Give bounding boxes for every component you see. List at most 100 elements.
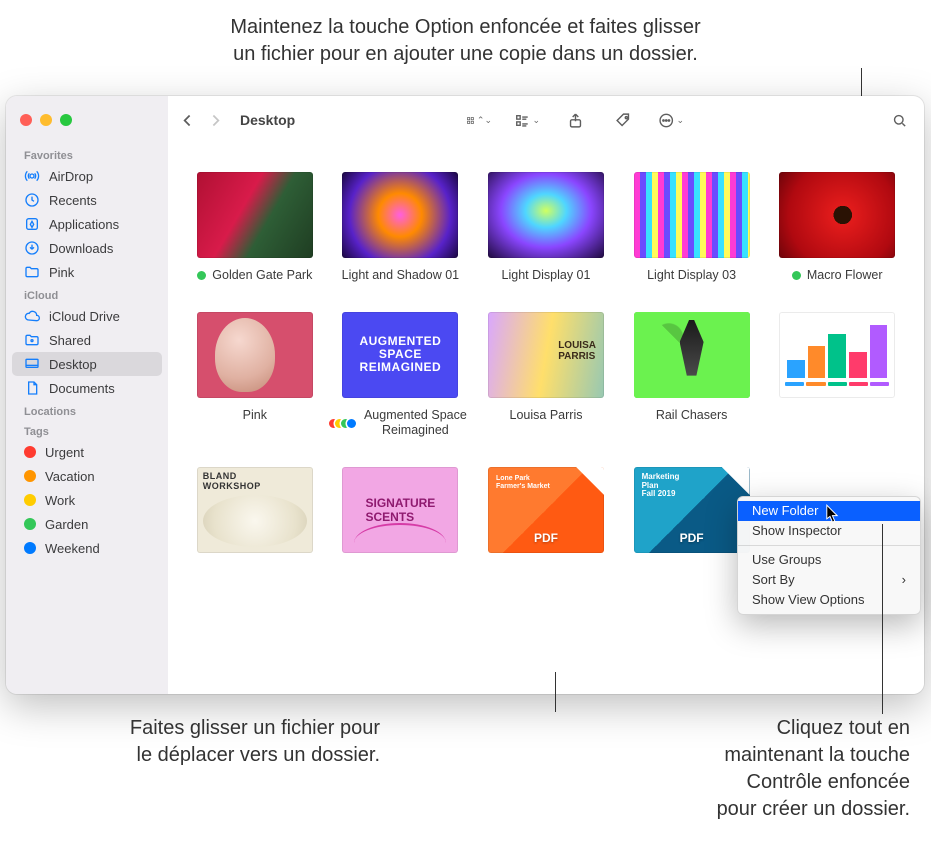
- menu-item-label: Show View Options: [752, 590, 865, 610]
- file-thumbnail: Lone ParkFarmer's Market: [488, 467, 604, 553]
- sidebar-item-label: Work: [45, 493, 75, 508]
- share-button[interactable]: [562, 107, 588, 133]
- sidebar-item-icloud-drive[interactable]: iCloud Drive: [6, 304, 168, 328]
- file-thumbnail: BLANDWORKSHOP: [197, 467, 313, 553]
- chevron-down-icon: ⌄: [532, 115, 540, 126]
- sidebar-section-locations: Locations: [6, 400, 168, 420]
- file-thumbnail: [197, 312, 313, 398]
- more-actions-button[interactable]: ⌄: [658, 107, 684, 133]
- minimize-button[interactable]: [40, 114, 52, 126]
- file-item[interactable]: Lone ParkFarmer's Market: [477, 467, 615, 563]
- file-label: Golden Gate Park: [212, 268, 312, 284]
- sidebar-item-airdrop[interactable]: AirDrop: [6, 164, 168, 188]
- menu-item-show-inspector[interactable]: Show Inspector: [738, 521, 920, 541]
- file-item[interactable]: BLANDWORKSHOP: [186, 467, 324, 563]
- leader-line: [555, 672, 556, 712]
- cursor-icon: [826, 504, 842, 524]
- forward-button[interactable]: [202, 107, 228, 133]
- file-label: Louisa Parris: [510, 408, 583, 424]
- file-label: Light and Shadow 01: [342, 268, 459, 284]
- file-label: Light Display 01: [502, 268, 591, 284]
- callout-bottom-right: Cliquez tout enmaintenant la toucheContr…: [580, 715, 910, 823]
- file-item[interactable]: AUGMENTEDSPACEREIMAGINED Augmented Space…: [332, 312, 470, 439]
- download-icon: [24, 240, 40, 256]
- close-button[interactable]: [20, 114, 32, 126]
- sidebar-item-applications[interactable]: Applications: [6, 212, 168, 236]
- search-button[interactable]: [886, 107, 912, 133]
- file-item[interactable]: SIGNATURESCENTS: [332, 467, 470, 563]
- menu-item-label: Show Inspector: [752, 521, 842, 541]
- sidebar-item-label: Applications: [49, 217, 119, 232]
- file-thumbnail: [779, 172, 895, 258]
- file-thumbnail: AUGMENTEDSPACEREIMAGINED: [342, 312, 458, 398]
- chevron-down-icon: ⌄: [676, 115, 684, 126]
- sidebar-item-recents[interactable]: Recents: [6, 188, 168, 212]
- chevron-updown-icon: ⌃⌄: [477, 115, 492, 126]
- applications-icon: [24, 216, 40, 232]
- tags-button[interactable]: [610, 107, 636, 133]
- toolbar: Desktop ⌃⌄ ⌄ ⌄: [6, 96, 924, 144]
- file-thumbnail: [488, 312, 604, 398]
- group-by-button[interactable]: ⌄: [514, 107, 540, 133]
- menu-item-label: Sort By: [752, 570, 795, 590]
- sidebar-item-shared[interactable]: Shared: [6, 328, 168, 352]
- menu-item-sort-by[interactable]: Sort By ›: [738, 570, 920, 590]
- sidebar-item-label: Shared: [49, 333, 91, 348]
- file-item[interactable]: Pink: [186, 312, 324, 439]
- file-label: Macro Flower: [807, 268, 883, 284]
- sidebar-item-label: Urgent: [45, 445, 84, 460]
- sidebar-section-icloud: iCloud: [6, 284, 168, 304]
- file-item[interactable]: Louisa Parris: [477, 312, 615, 439]
- sidebar-item-label: Garden: [45, 517, 88, 532]
- tag-dot-icon: [792, 271, 801, 280]
- submenu-chevron-icon: ›: [902, 570, 906, 590]
- sidebar-tag-item[interactable]: Weekend: [6, 536, 168, 560]
- menu-separator: [738, 545, 920, 546]
- tag-dot-icon: [24, 446, 36, 458]
- sidebar-item-label: Recents: [49, 193, 97, 208]
- cloud-icon: [24, 308, 40, 324]
- sidebar-section-tags: Tags: [6, 420, 168, 440]
- file-item[interactable]: Macro Flower: [768, 172, 906, 284]
- menu-item-show-view-options[interactable]: Show View Options: [738, 590, 920, 610]
- window-controls: [6, 114, 168, 126]
- file-thumbnail: [488, 172, 604, 258]
- file-item[interactable]: [768, 312, 906, 439]
- file-item[interactable]: Rail Chasers: [623, 312, 761, 439]
- tag-dot-icon: [24, 470, 36, 482]
- sidebar-tag-item[interactable]: Urgent: [6, 440, 168, 464]
- file-thumbnail: [634, 312, 750, 398]
- file-item[interactable]: Light and Shadow 01: [332, 172, 470, 284]
- sidebar-item-desktop[interactable]: Desktop: [12, 352, 162, 376]
- tag-dots-icon: [332, 419, 356, 428]
- fullscreen-button[interactable]: [60, 114, 72, 126]
- sidebar: Favorites AirDrop Recents Applications D…: [6, 96, 168, 694]
- file-thumbnail: MarketingPlanFall 2019: [634, 467, 750, 553]
- view-mode-button[interactable]: ⌃⌄: [466, 107, 492, 133]
- tag-dot-icon: [197, 271, 206, 280]
- file-thumbnail: [197, 172, 313, 258]
- sidebar-item-documents[interactable]: Documents: [6, 376, 168, 400]
- sidebar-item-label: Desktop: [49, 357, 97, 372]
- file-label: Pink: [243, 408, 267, 424]
- sidebar-tag-item[interactable]: Vacation: [6, 464, 168, 488]
- sidebar-item-downloads[interactable]: Downloads: [6, 236, 168, 260]
- sidebar-item-label: Weekend: [45, 541, 100, 556]
- leader-line: [882, 524, 883, 714]
- sidebar-section-favorites: Favorites: [6, 144, 168, 164]
- sidebar-item-label: Pink: [49, 265, 74, 280]
- file-item[interactable]: Light Display 01: [477, 172, 615, 284]
- sidebar-item-pink[interactable]: Pink: [6, 260, 168, 284]
- callout-top: Maintenez la touche Option enfoncée et f…: [0, 14, 931, 68]
- sidebar-tag-item[interactable]: Work: [6, 488, 168, 512]
- file-item[interactable]: Light Display 03: [623, 172, 761, 284]
- sidebar-item-label: Vacation: [45, 469, 95, 484]
- sidebar-tag-item[interactable]: Garden: [6, 512, 168, 536]
- menu-item-label: New Folder: [752, 501, 818, 521]
- menu-item-use-groups[interactable]: Use Groups: [738, 550, 920, 570]
- path-title: Desktop: [240, 112, 295, 128]
- back-button[interactable]: [174, 107, 200, 133]
- airdrop-icon: [24, 168, 40, 184]
- file-item[interactable]: Golden Gate Park: [186, 172, 324, 284]
- sidebar-item-label: Downloads: [49, 241, 113, 256]
